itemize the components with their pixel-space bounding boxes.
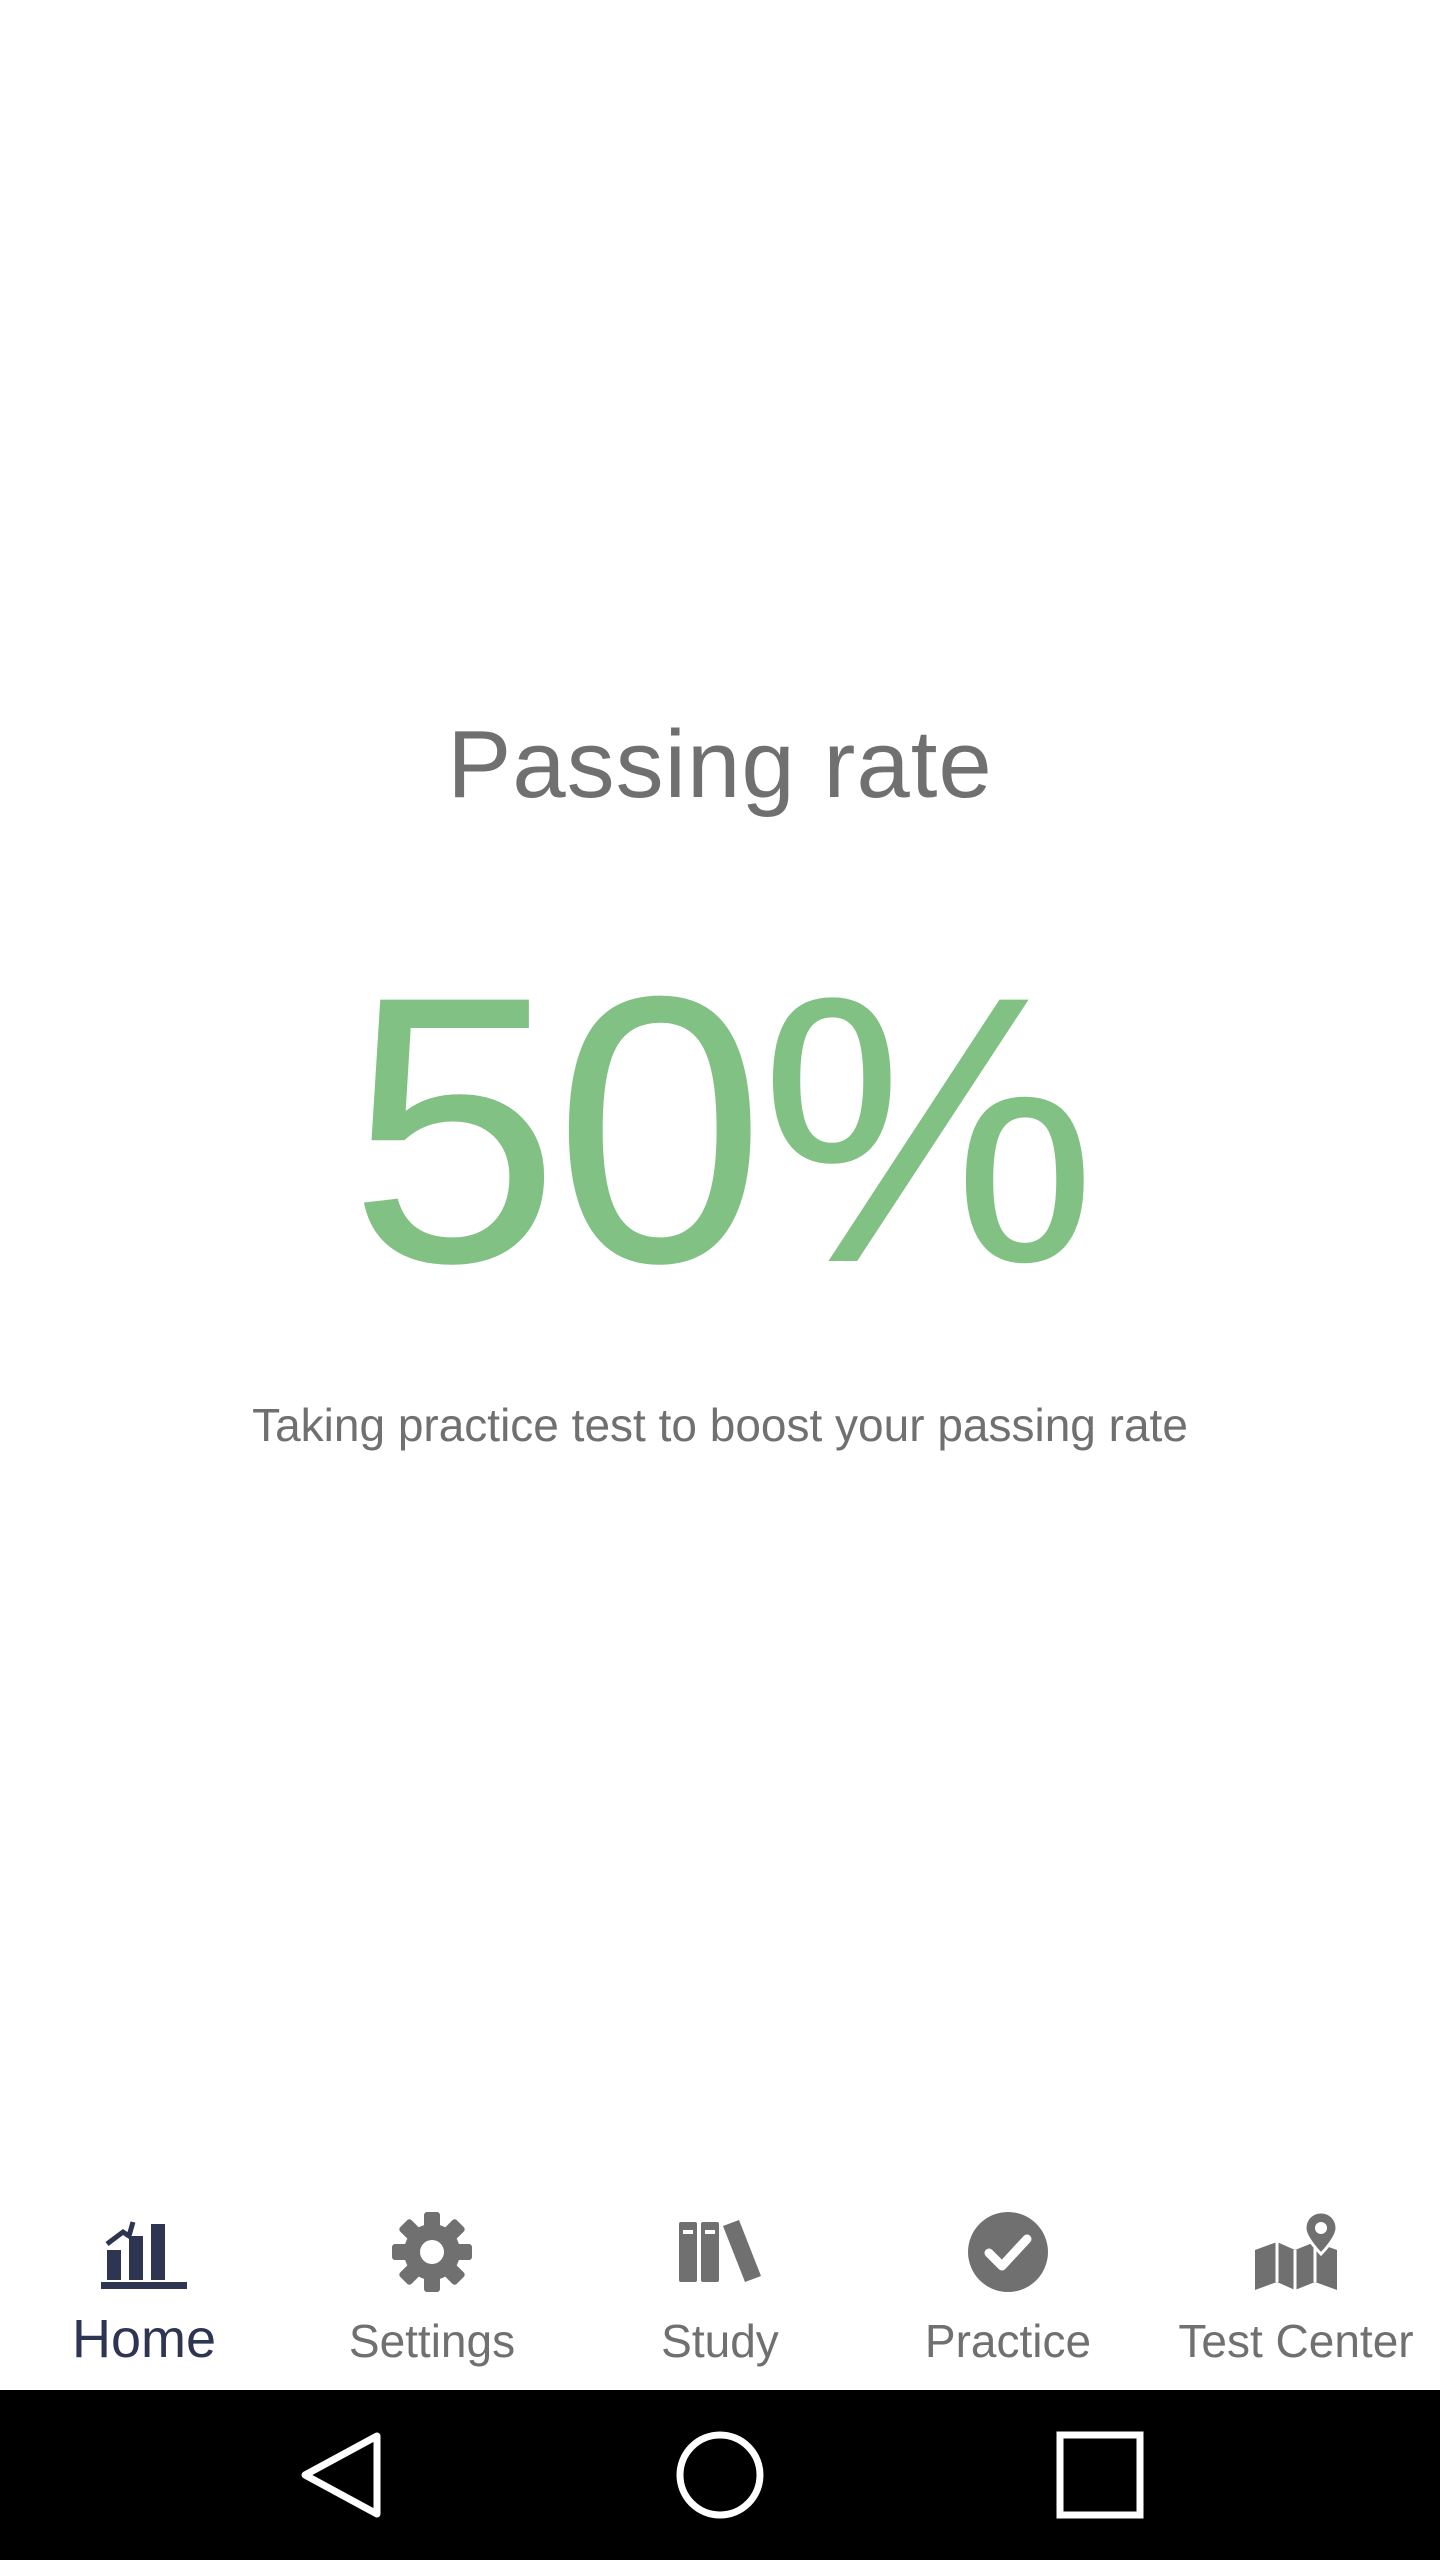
books-icon xyxy=(672,2204,768,2300)
bottom-tab-bar: Home Settings Study Practice Test Center xyxy=(0,2180,1440,2390)
bar-chart-icon xyxy=(96,2204,192,2300)
tab-home-label: Home xyxy=(71,2309,217,2369)
tab-test-center[interactable]: Test Center xyxy=(1152,2180,1440,2390)
recents-square-icon[interactable] xyxy=(1000,2390,1200,2560)
tab-test-center-label: Test Center xyxy=(1178,2315,1414,2367)
tab-settings[interactable]: Settings xyxy=(288,2180,576,2390)
tab-practice-label: Practice xyxy=(924,2315,1092,2367)
app-screen: Passing rate 50% Taking practice test to… xyxy=(0,0,1440,2560)
tab-study[interactable]: Study xyxy=(576,2180,864,2390)
map-pin-icon xyxy=(1248,2204,1344,2300)
system-navigation-bar xyxy=(0,2390,1440,2560)
tab-settings-label: Settings xyxy=(348,2315,516,2367)
home-content: Passing rate 50% Taking practice test to… xyxy=(0,0,1440,2180)
passing-rate-value: 50% xyxy=(348,917,1098,1342)
gear-icon xyxy=(384,2204,480,2300)
passing-rate-title: Passing rate xyxy=(447,711,993,818)
tab-practice[interactable]: Practice xyxy=(864,2180,1152,2390)
check-circle-icon xyxy=(960,2204,1056,2300)
passing-rate-hint: Taking practice test to boost your passi… xyxy=(252,1399,1188,1451)
tab-home[interactable]: Home xyxy=(0,2180,288,2390)
back-icon[interactable] xyxy=(240,2390,440,2560)
home-circle-icon[interactable] xyxy=(620,2390,820,2560)
tab-study-label: Study xyxy=(661,2315,779,2367)
